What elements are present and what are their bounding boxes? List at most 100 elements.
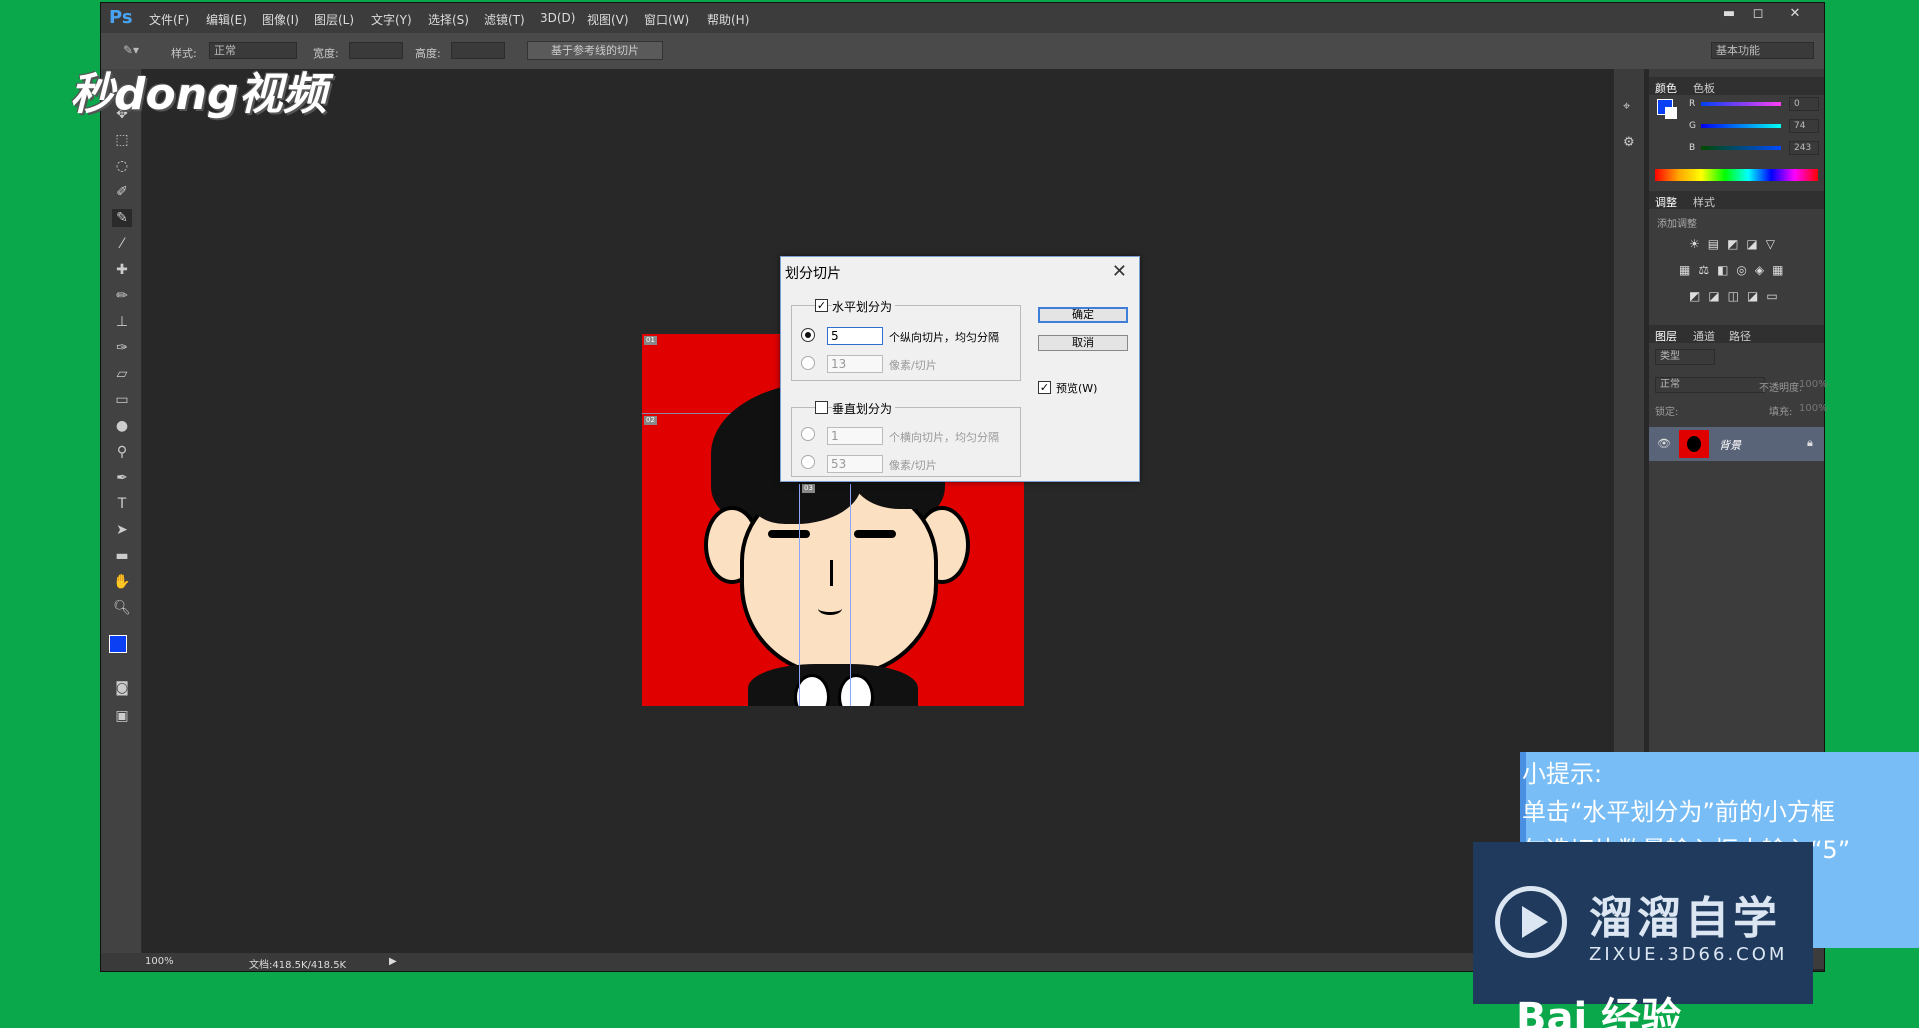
tools-panel: ✥ ⬚ ◌ ✐ ✎ ⁄ ✚ ✏ ⊥ ✑ ▱ ▭ ● ⚲ ✒ T ➤ ▬ ✋ 🔍︎… bbox=[101, 69, 142, 969]
right-eye bbox=[854, 530, 896, 538]
visibility-eye-icon[interactable]: 👁︎ bbox=[1657, 437, 1671, 450]
layer-row-background[interactable]: 👁︎ 背景 🔒︎ bbox=[1649, 427, 1824, 461]
b-label: B bbox=[1689, 143, 1696, 153]
b-slider[interactable] bbox=[1701, 146, 1781, 150]
g-value[interactable]: 74 bbox=[1789, 119, 1819, 133]
dodge-tool-icon[interactable]: ⚲ bbox=[112, 443, 132, 461]
pen-tool-icon[interactable]: ✒ bbox=[112, 469, 132, 487]
baidu-watermark: Bai 经验 bbox=[1516, 995, 1682, 1028]
rectangle-tool-icon[interactable]: ▬ bbox=[112, 547, 132, 565]
minimize-button[interactable]: ▬ bbox=[1718, 6, 1740, 22]
eraser-tool-icon[interactable]: ▱ bbox=[112, 365, 132, 383]
h-count-input[interactable]: 5 bbox=[827, 327, 883, 345]
properties-panel-icon[interactable]: ⚙ bbox=[1623, 135, 1635, 150]
bg-swatch[interactable] bbox=[1665, 107, 1677, 119]
tab-channels[interactable]: 通道 bbox=[1693, 328, 1715, 344]
horizontal-checkbox[interactable]: ✓ bbox=[815, 299, 828, 312]
menu-window[interactable]: 窗口(W) bbox=[644, 11, 689, 28]
v-count-radio[interactable] bbox=[801, 427, 815, 441]
vertical-label: 垂直划分为 bbox=[832, 400, 896, 417]
layer-name[interactable]: 背景 bbox=[1719, 437, 1741, 453]
height-input[interactable] bbox=[451, 42, 505, 59]
menu-edit[interactable]: 编辑(E) bbox=[206, 11, 247, 28]
zoom-level[interactable]: 100% bbox=[145, 956, 174, 967]
blend-mode-select[interactable]: 正常 bbox=[1655, 377, 1765, 393]
quick-select-tool-icon[interactable]: ✐ bbox=[112, 183, 132, 201]
zixue-name: 溜溜自学 bbox=[1589, 893, 1781, 944]
menu-file[interactable]: 文件(F) bbox=[149, 11, 189, 28]
adjust-panel-header: 调整 样式 bbox=[1649, 191, 1824, 209]
v-pixels-radio[interactable] bbox=[801, 455, 815, 469]
opacity-value[interactable]: 100% bbox=[1799, 379, 1828, 390]
preview-checkbox[interactable]: ✓ bbox=[1038, 381, 1051, 394]
lasso-tool-icon[interactable]: ◌ bbox=[112, 157, 132, 175]
slice-tool-icon[interactable]: ✎ bbox=[112, 209, 132, 227]
tab-swatches[interactable]: 色板 bbox=[1693, 80, 1715, 96]
adjustment-icons-row1[interactable]: ☀▤◩◪▽ bbox=[1689, 237, 1783, 251]
tab-adjustments[interactable]: 调整 bbox=[1655, 194, 1677, 210]
history-brush-icon[interactable]: ✑ bbox=[112, 339, 132, 357]
left-eye bbox=[768, 530, 810, 538]
quick-mask-icon[interactable]: ◙ bbox=[112, 679, 132, 697]
h-pixels-input[interactable]: 13 bbox=[827, 355, 883, 373]
slice-tool-icon[interactable]: ✎▾ bbox=[123, 43, 139, 57]
vertical-checkbox[interactable] bbox=[815, 401, 828, 414]
close-window-button[interactable]: ✕ bbox=[1784, 6, 1806, 22]
ok-button[interactable]: 确定 bbox=[1038, 307, 1128, 323]
v-count-input[interactable]: 1 bbox=[827, 427, 883, 445]
eyedropper-tool-icon[interactable]: ⁄ bbox=[112, 235, 132, 253]
mouth bbox=[818, 602, 842, 615]
b-value[interactable]: 243 bbox=[1789, 141, 1819, 155]
status-bar: 100% 文档:418.5K/418.5K ▶ bbox=[101, 953, 1601, 971]
maximize-button[interactable]: ◻ bbox=[1747, 6, 1769, 22]
menu-3d[interactable]: 3D(D) bbox=[540, 11, 575, 25]
hand-tool-icon[interactable]: ✋ bbox=[112, 573, 132, 591]
h-count-radio[interactable] bbox=[801, 328, 815, 342]
type-tool-icon[interactable]: T bbox=[112, 495, 132, 513]
foreground-color-swatch[interactable] bbox=[109, 635, 127, 653]
menu-image[interactable]: 图像(I) bbox=[262, 11, 299, 28]
blur-tool-icon[interactable]: ● bbox=[112, 417, 132, 435]
h-pixels-radio[interactable] bbox=[801, 356, 815, 370]
g-label: G bbox=[1689, 121, 1696, 131]
cancel-button[interactable]: 取消 bbox=[1038, 335, 1128, 351]
workspace-select[interactable]: 基本功能 bbox=[1711, 42, 1814, 59]
fill-value[interactable]: 100% bbox=[1799, 403, 1828, 414]
adjustment-icons-row3[interactable]: ◩◪◫◪▭ bbox=[1689, 289, 1786, 303]
healing-tool-icon[interactable]: ✚ bbox=[112, 261, 132, 279]
screen-mode-icon[interactable]: ▣ bbox=[112, 707, 132, 725]
tab-styles[interactable]: 样式 bbox=[1693, 194, 1715, 210]
slices-from-guides-button[interactable]: 基于参考线的切片 bbox=[527, 41, 663, 60]
adjustment-icons-row2[interactable]: ▦⚖◧◎◈▦ bbox=[1679, 263, 1791, 277]
h-count-suffix: 个纵向切片，均匀分隔 bbox=[889, 331, 999, 344]
zixue-logo-box: 溜溜自学 ZIXUE.3D66.COM bbox=[1473, 842, 1813, 1004]
close-icon[interactable]: ✕ bbox=[1112, 261, 1127, 282]
layer-kind-filter[interactable]: 类型 bbox=[1655, 349, 1715, 365]
menu-layer[interactable]: 图层(L) bbox=[314, 11, 354, 28]
menu-type[interactable]: 文字(Y) bbox=[371, 11, 412, 28]
r-value[interactable]: 0 bbox=[1789, 97, 1819, 111]
brush-tool-icon[interactable]: ✏ bbox=[112, 287, 132, 305]
style-select[interactable]: 正常 bbox=[209, 42, 297, 59]
tab-color[interactable]: 颜色 bbox=[1655, 80, 1677, 96]
gradient-tool-icon[interactable]: ▭ bbox=[112, 391, 132, 409]
tab-layers[interactable]: 图层 bbox=[1655, 328, 1677, 344]
v-pixels-input[interactable]: 53 bbox=[827, 455, 883, 473]
tab-paths[interactable]: 路径 bbox=[1729, 328, 1751, 344]
stamp-tool-icon[interactable]: ⊥ bbox=[112, 313, 132, 331]
opacity-label: 不透明度: bbox=[1759, 383, 1803, 394]
status-arrow-icon[interactable]: ▶ bbox=[389, 956, 397, 967]
menu-view[interactable]: 视图(V) bbox=[587, 11, 629, 28]
r-slider[interactable] bbox=[1701, 102, 1781, 106]
menu-filter[interactable]: 滤镜(T) bbox=[484, 11, 525, 28]
menu-help[interactable]: 帮助(H) bbox=[707, 11, 749, 28]
color-spectrum[interactable] bbox=[1655, 169, 1818, 181]
marquee-tool-icon[interactable]: ⬚ bbox=[112, 131, 132, 149]
history-panel-icon[interactable]: ⌖ bbox=[1623, 99, 1630, 114]
width-input[interactable] bbox=[349, 42, 403, 59]
zoom-tool-icon[interactable]: 🔍︎ bbox=[112, 599, 132, 617]
menu-select[interactable]: 选择(S) bbox=[428, 11, 469, 28]
path-select-icon[interactable]: ➤ bbox=[112, 521, 132, 539]
tip-title: 小提示: bbox=[1522, 760, 1603, 788]
g-slider[interactable] bbox=[1701, 124, 1781, 128]
